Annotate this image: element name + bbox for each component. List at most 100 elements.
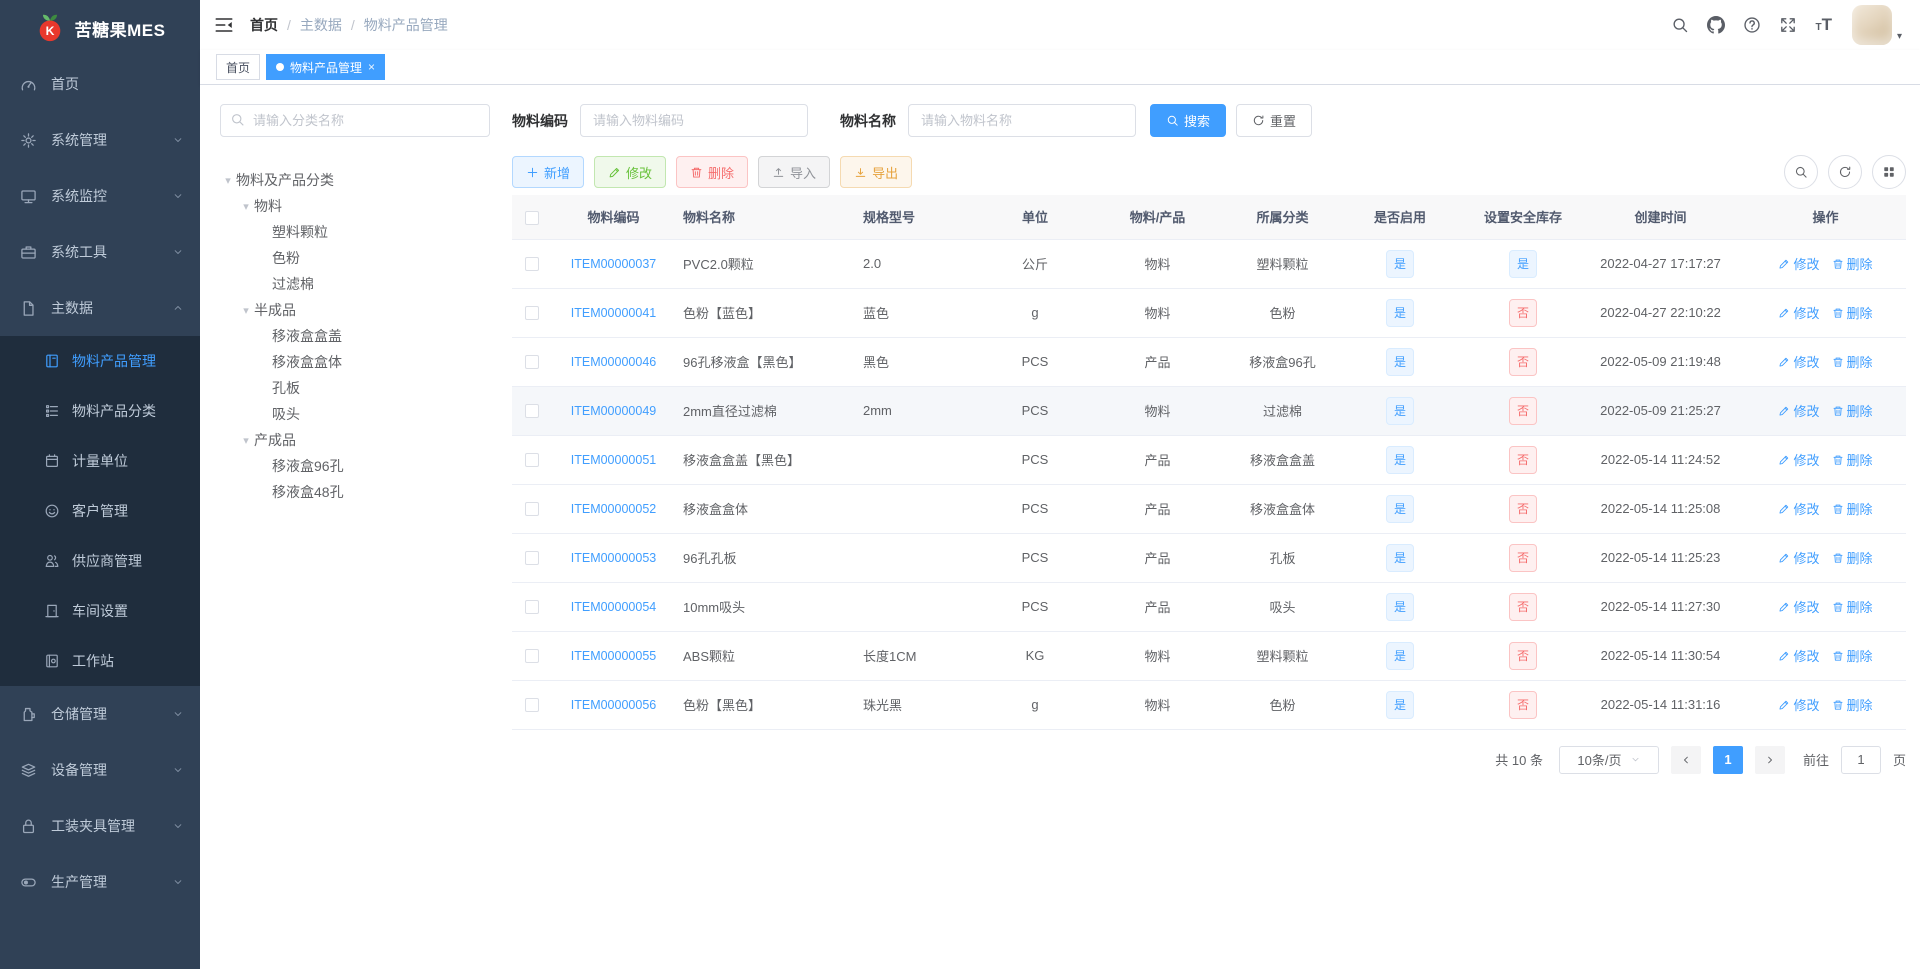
row-edit-link[interactable]: 修改	[1778, 401, 1820, 420]
page-1-button[interactable]: 1	[1712, 745, 1743, 774]
row-checkbox[interactable]	[525, 600, 539, 615]
tree-node[interactable]: ▾ 物料及产品分类	[220, 167, 490, 193]
row-edit-link[interactable]: 修改	[1778, 499, 1820, 518]
row-delete-link[interactable]: 删除	[1832, 254, 1873, 273]
row-edit-link[interactable]: 修改	[1778, 548, 1820, 567]
edit-button[interactable]: 修改	[594, 156, 667, 188]
sidebar-item-master-data[interactable]: 主数据	[0, 280, 200, 336]
row-delete-link[interactable]: 删除	[1832, 695, 1873, 714]
sidebar-subitem-material-product[interactable]: 物料产品管理	[0, 336, 200, 386]
row-delete-link[interactable]: 删除	[1832, 303, 1873, 322]
row-delete-link[interactable]: 删除	[1832, 401, 1873, 420]
sidebar-item-toolbox[interactable]: 系统工具	[0, 224, 200, 280]
sidebar-subitem-material-category[interactable]: 物料产品分类	[0, 386, 200, 436]
material-code-link[interactable]: ITEM00000053	[571, 551, 656, 565]
sidebar-item-gear[interactable]: 系统管理	[0, 112, 200, 168]
row-checkbox[interactable]	[525, 698, 539, 713]
avatar[interactable]	[1851, 5, 1892, 45]
row-checkbox[interactable]	[525, 649, 539, 664]
row-edit-link[interactable]: 修改	[1778, 450, 1820, 469]
row-edit-link[interactable]: 修改	[1778, 597, 1820, 616]
tree-node[interactable]: ▾孔板	[220, 375, 490, 401]
tab-item[interactable]: 物料产品管理 ×	[266, 54, 386, 80]
sidebar-item-warehouse[interactable]: 仓储管理	[0, 686, 200, 742]
page-size-select[interactable]: 10条/页	[1558, 745, 1659, 774]
tree-node[interactable]: ▾塑料颗粒	[220, 219, 490, 245]
refresh-table-button[interactable]	[1828, 155, 1862, 189]
material-code-link[interactable]: ITEM00000052	[571, 502, 656, 516]
row-checkbox[interactable]	[525, 453, 539, 468]
row-checkbox[interactable]	[525, 404, 539, 419]
fullscreen-icon[interactable]	[1779, 16, 1797, 34]
tree-node[interactable]: ▾ 半成品	[220, 297, 490, 323]
row-delete-link[interactable]: 删除	[1832, 548, 1873, 567]
material-code-link[interactable]: ITEM00000046	[571, 355, 656, 369]
app-logo[interactable]: K 苦糖果MES	[0, 0, 200, 56]
row-edit-link[interactable]: 修改	[1778, 695, 1820, 714]
tree-node[interactable]: ▾ 物料	[220, 193, 490, 219]
sidebar-item-dashboard[interactable]: 首页	[0, 56, 200, 112]
tree-node[interactable]: ▾色粉	[220, 245, 490, 271]
user-menu[interactable]: ▾	[1851, 5, 1902, 45]
export-button[interactable]: 导出	[840, 156, 913, 188]
sidebar-subitem-workshop[interactable]: 车间设置	[0, 586, 200, 636]
material-code-link[interactable]: ITEM00000049	[571, 404, 656, 418]
row-delete-link[interactable]: 删除	[1832, 352, 1873, 371]
sidebar-item-production[interactable]: 生产管理	[0, 854, 200, 910]
row-edit-link[interactable]: 修改	[1778, 254, 1820, 273]
caret-down-icon[interactable]: ▾	[238, 200, 254, 213]
header-search-icon[interactable]	[1671, 16, 1689, 34]
category-search-input[interactable]	[220, 104, 490, 137]
caret-down-icon[interactable]: ▾	[238, 434, 254, 447]
material-code-link[interactable]: ITEM00000037	[571, 257, 656, 271]
sidebar-toggle-icon[interactable]	[214, 15, 234, 35]
row-checkbox[interactable]	[525, 355, 539, 370]
row-checkbox[interactable]	[525, 306, 539, 321]
breadcrumb-home[interactable]: 首页	[250, 15, 278, 35]
sidebar-subitem-measure-unit[interactable]: 计量单位	[0, 436, 200, 486]
sidebar-item-equipment[interactable]: 设备管理	[0, 742, 200, 798]
row-delete-link[interactable]: 删除	[1832, 450, 1873, 469]
delete-button[interactable]: 删除	[676, 156, 749, 188]
reset-button[interactable]: 重置	[1236, 104, 1313, 137]
row-checkbox[interactable]	[525, 502, 539, 517]
show-search-button[interactable]	[1784, 155, 1818, 189]
help-icon[interactable]	[1743, 16, 1761, 34]
caret-down-icon[interactable]: ▾	[220, 174, 236, 187]
columns-toggle-button[interactable]	[1872, 155, 1906, 189]
search-button[interactable]: 搜索	[1150, 104, 1227, 137]
material-code-link[interactable]: ITEM00000041	[571, 306, 656, 320]
material-code-link[interactable]: ITEM00000055	[571, 649, 656, 663]
tree-node[interactable]: ▾移液盒盒体	[220, 349, 490, 375]
material-code-link[interactable]: ITEM00000054	[571, 600, 656, 614]
import-button[interactable]: 导入	[758, 156, 831, 188]
tree-node[interactable]: ▾过滤棉	[220, 271, 490, 297]
tree-node[interactable]: ▾移液盒96孔	[220, 453, 490, 479]
goto-page-input[interactable]	[1840, 745, 1881, 774]
font-size-icon[interactable]: TT	[1815, 15, 1832, 35]
tree-node[interactable]: ▾移液盒盒盖	[220, 323, 490, 349]
caret-down-icon[interactable]: ▾	[238, 304, 254, 317]
tab-item[interactable]: 首页	[216, 54, 261, 80]
row-delete-link[interactable]: 删除	[1832, 646, 1873, 665]
github-icon[interactable]	[1707, 16, 1726, 34]
sidebar-subitem-customer[interactable]: 客户管理	[0, 486, 200, 536]
next-page-button[interactable]	[1754, 745, 1785, 774]
tree-node[interactable]: ▾ 产成品	[220, 427, 490, 453]
material-code-link[interactable]: ITEM00000056	[571, 698, 656, 712]
sidebar-subitem-supplier[interactable]: 供应商管理	[0, 536, 200, 586]
breadcrumb-master-data[interactable]: 主数据	[300, 15, 342, 35]
prev-page-button[interactable]	[1670, 745, 1701, 774]
row-checkbox[interactable]	[525, 551, 539, 566]
tree-node[interactable]: ▾吸头	[220, 401, 490, 427]
sidebar-item-monitor[interactable]: 系统监控	[0, 168, 200, 224]
tree-node[interactable]: ▾移液盒48孔	[220, 479, 490, 505]
sidebar-subitem-workstation[interactable]: 工作站	[0, 636, 200, 686]
row-edit-link[interactable]: 修改	[1778, 646, 1820, 665]
add-button[interactable]: 新增	[512, 156, 585, 188]
close-icon[interactable]: ×	[368, 61, 375, 73]
material-name-input[interactable]	[908, 104, 1136, 137]
select-all-checkbox[interactable]	[525, 210, 539, 225]
row-edit-link[interactable]: 修改	[1778, 352, 1820, 371]
material-code-input[interactable]	[580, 104, 808, 137]
